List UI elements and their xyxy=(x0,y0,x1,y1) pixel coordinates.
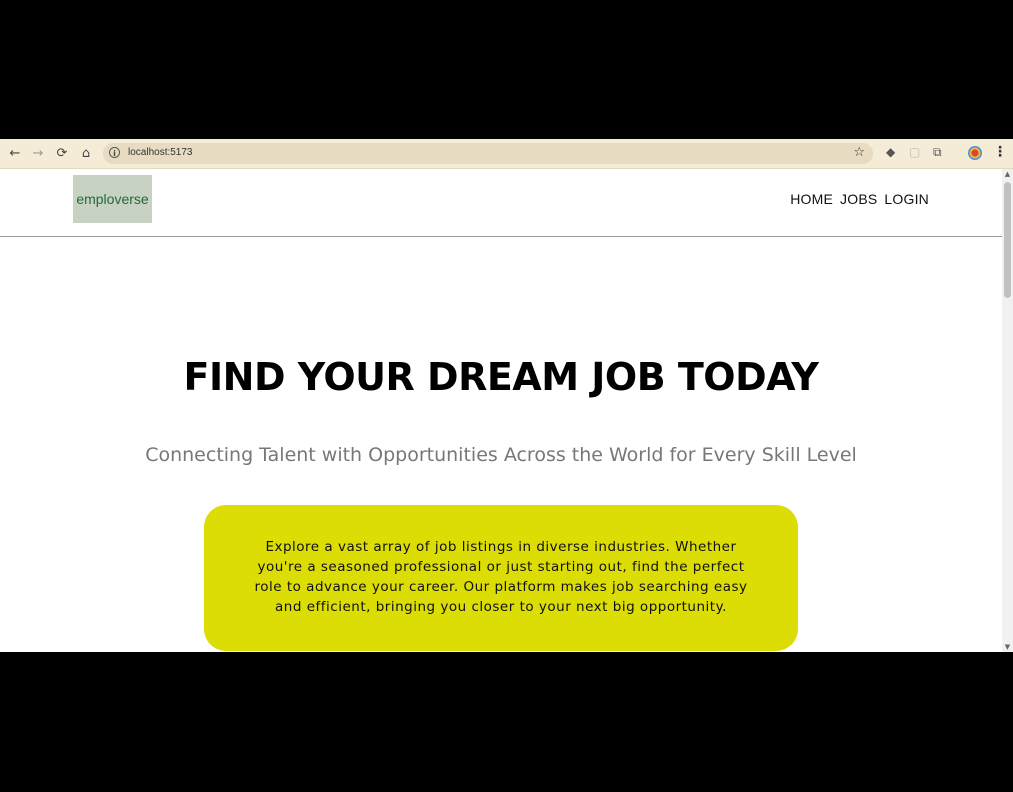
puzzle-icon[interactable]: ⧉ xyxy=(933,145,942,160)
star-icon[interactable]: ☆ xyxy=(853,145,865,160)
extension-icon[interactable]: ◆ xyxy=(886,145,895,159)
browser-toolbar: ← → ⟳ ⌂ i localhost:5173 ☆ ◆ ▢ ⧉ ⋮ xyxy=(0,139,1013,169)
forward-arrow-icon[interactable]: → xyxy=(29,144,47,162)
site-logo[interactable]: emploverse xyxy=(73,175,152,223)
nav-links: HOME JOBS LOGIN xyxy=(790,191,929,207)
page-scrollbar[interactable]: ▲ ▼ xyxy=(1002,169,1013,652)
site-navbar: emploverse HOME JOBS LOGIN xyxy=(0,169,1002,237)
nav-login-link[interactable]: LOGIN xyxy=(884,191,929,207)
home-icon[interactable]: ⌂ xyxy=(77,144,95,162)
hero-title: FIND YOUR DREAM JOB TODAY xyxy=(183,355,819,399)
address-bar[interactable]: i localhost:5173 ☆ xyxy=(103,143,873,164)
promo-text: Explore a vast array of job listings in … xyxy=(254,539,748,615)
scroll-down-icon[interactable]: ▼ xyxy=(1004,643,1011,651)
scroll-up-icon[interactable]: ▲ xyxy=(1004,170,1011,178)
back-arrow-icon[interactable]: ← xyxy=(6,144,24,162)
hero-subtitle: Connecting Talent with Opportunities Acr… xyxy=(145,444,857,466)
nav-jobs-link[interactable]: JOBS xyxy=(840,191,877,207)
reload-icon[interactable]: ⟳ xyxy=(53,144,71,162)
browser-window: ← → ⟳ ⌂ i localhost:5173 ☆ ◆ ▢ ⧉ ⋮ emplo… xyxy=(0,139,1013,652)
scroll-thumb[interactable] xyxy=(1004,182,1011,298)
more-vert-icon[interactable]: ⋮ xyxy=(993,144,1007,160)
address-text[interactable]: localhost:5173 xyxy=(128,147,193,158)
nav-home-link[interactable]: HOME xyxy=(790,191,833,207)
promo-card: Explore a vast array of job listings in … xyxy=(204,505,798,651)
site-info-icon[interactable]: i xyxy=(109,147,120,158)
logo-text: emploverse xyxy=(76,191,149,207)
extension-icon-2[interactable]: ▢ xyxy=(909,145,920,159)
page-content: emploverse HOME JOBS LOGIN FIND YOUR DRE… xyxy=(0,169,1002,652)
profile-avatar[interactable] xyxy=(968,146,982,160)
